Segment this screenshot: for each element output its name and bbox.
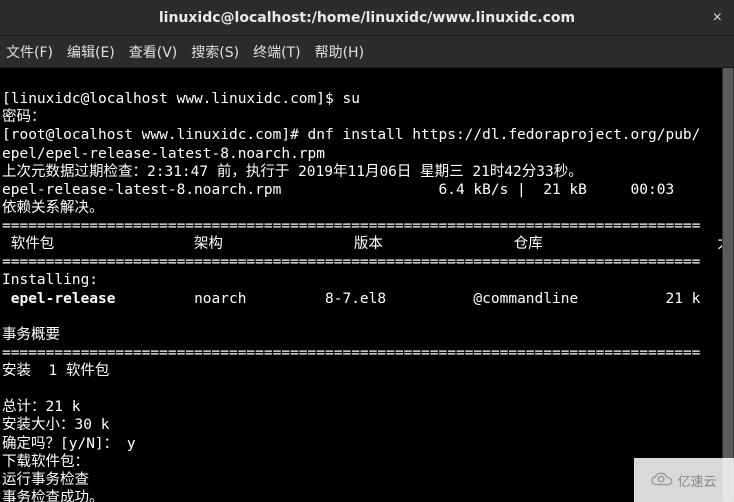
terminal-divider: ========================================… [2, 345, 700, 361]
menu-terminal[interactable]: 终端(T) [253, 42, 300, 62]
terminal-line: [root@localhost www.linuxidc.com]# dnf i… [2, 127, 700, 143]
terminal-line: 事务概要 [2, 327, 60, 343]
terminal-line: Installing: [2, 272, 98, 288]
close-icon[interactable]: × [713, 10, 722, 26]
terminal-line: 密码： [2, 109, 46, 125]
terminal-divider: ========================================… [2, 218, 700, 234]
watermark: 亿速云 [634, 458, 734, 502]
terminal-line: 确定吗？[y/N]： y [2, 436, 136, 452]
terminal-line: 总计：21 k [2, 399, 80, 415]
terminal-line: epel-release-latest-8.noarch.rpm 6.4 kB/… [2, 182, 709, 198]
terminal-divider: ========================================… [2, 254, 700, 270]
menu-search[interactable]: 搜索(S) [191, 42, 239, 62]
scrollbar[interactable] [722, 68, 734, 502]
terminal-pkg-rest: noarch 8-7.el8 @commandline 21 k [116, 291, 701, 307]
watermark-text: 亿速云 [677, 471, 716, 490]
menu-file[interactable]: 文件(F) [6, 42, 53, 62]
terminal-line: epel/epel-release-latest-8.noarch.rpm [2, 146, 325, 162]
menu-view[interactable]: 查看(V) [129, 42, 178, 62]
terminal-line: 事务检查成功。 [2, 490, 104, 502]
menu-help[interactable]: 帮助(H) [315, 42, 364, 62]
terminal-pkg-name: epel-release [2, 291, 116, 307]
terminal-line: 下载软件包： [2, 454, 89, 470]
terminal-line: [linuxidc@localhost www.linuxidc.com]$ s… [2, 91, 360, 107]
terminal-line: 安装大小：30 k [2, 417, 109, 433]
terminal-output[interactable]: [linuxidc@localhost www.linuxidc.com]$ s… [0, 68, 734, 502]
scrollbar-thumb[interactable] [723, 68, 733, 502]
terminal-header: 软件包 架构 版本 仓库 大小 [2, 236, 734, 252]
cloud-icon [651, 471, 673, 489]
terminal-line: 依赖关系解决。 [2, 200, 104, 216]
window-title: linuxidc@localhost:/home/linuxidc/www.li… [159, 10, 575, 26]
menu-edit[interactable]: 编辑(E) [67, 42, 115, 62]
terminal-line: 安装 1 软件包 [2, 363, 109, 379]
terminal-line: 上次元数据过期检查：2:31:47 前，执行于 2019年11月06日 星期三 … [2, 164, 583, 180]
menubar: 文件(F) 编辑(E) 查看(V) 搜索(S) 终端(T) 帮助(H) [0, 36, 734, 68]
terminal-line: 运行事务检查 [2, 472, 89, 488]
titlebar: linuxidc@localhost:/home/linuxidc/www.li… [0, 0, 734, 36]
